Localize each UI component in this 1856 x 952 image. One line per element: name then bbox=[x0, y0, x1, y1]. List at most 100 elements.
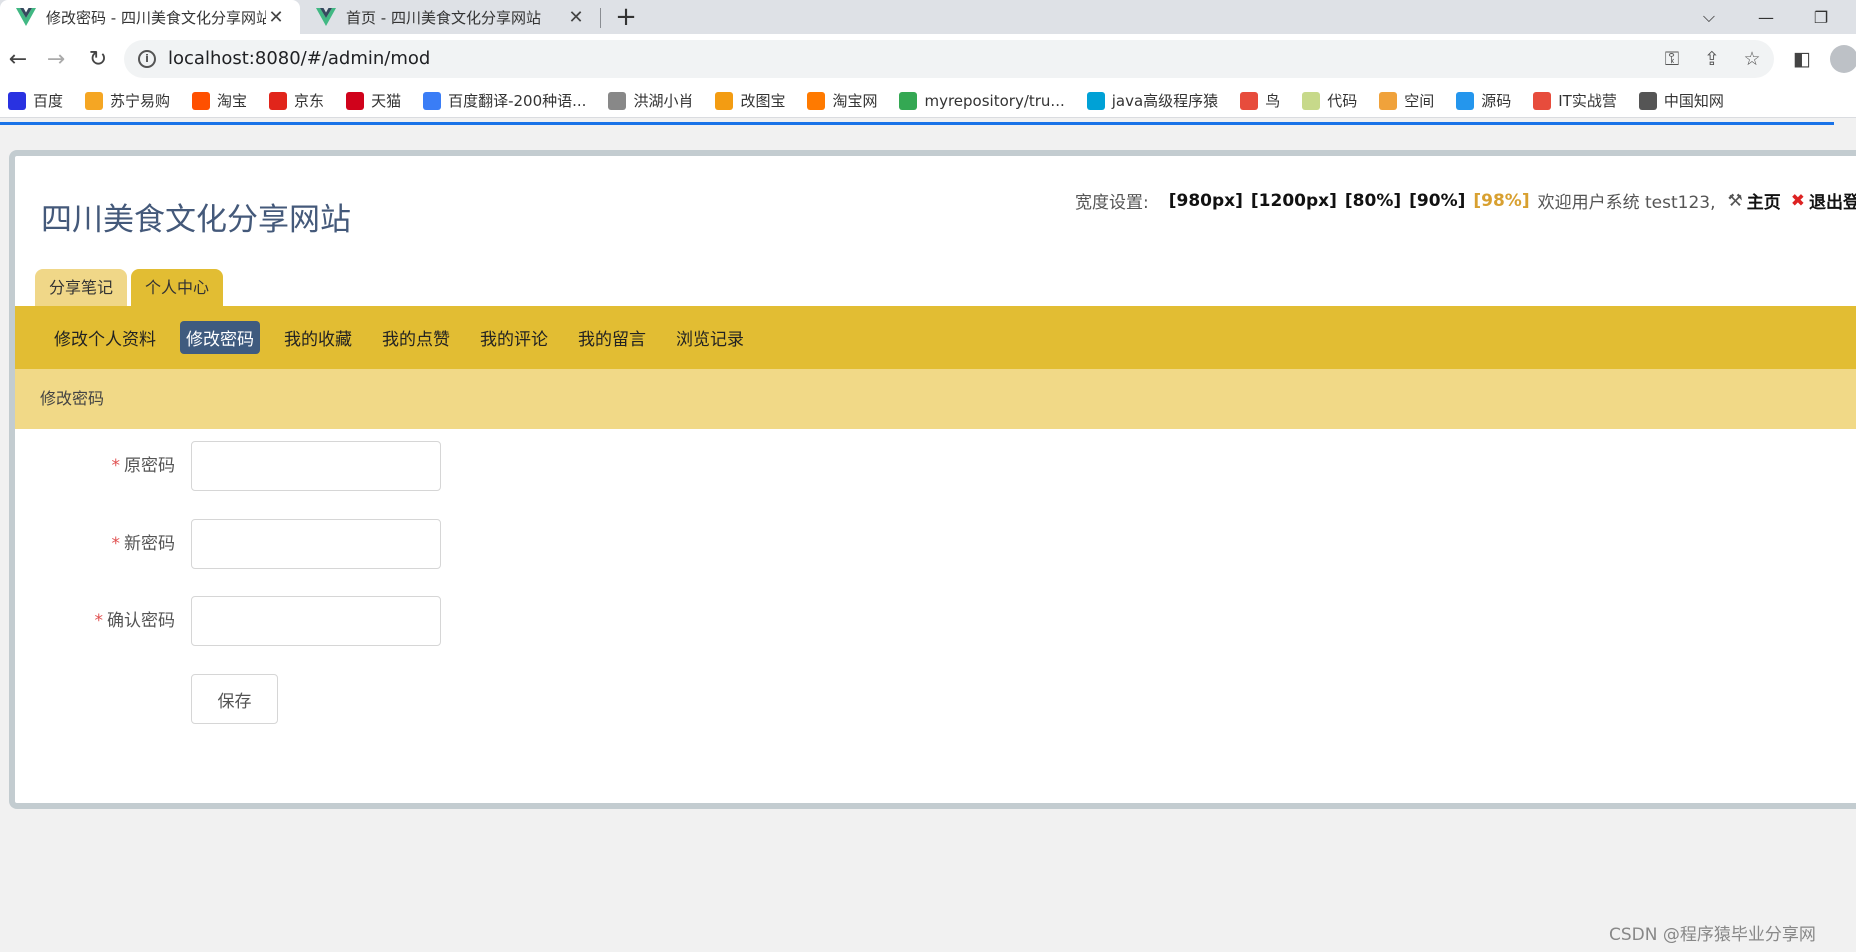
bookmarks-bar: 百度 苏宁易购 淘宝 京东 天猫 百度翻译-200种语... 洪湖小肖 改图宝 淘宝网 myrep… bbox=[0, 84, 1856, 118]
close-tab-icon[interactable]: ✕ bbox=[266, 7, 286, 28]
bookmark-item[interactable]: 改图宝 bbox=[715, 90, 785, 111]
form-row-old-password: * 原密码 bbox=[15, 441, 475, 491]
gaitubao-icon bbox=[715, 91, 734, 110]
vue-logo-icon bbox=[16, 8, 36, 26]
site-info-icon[interactable]: i bbox=[138, 50, 156, 68]
logout-x-icon: ✖ bbox=[1790, 190, 1806, 211]
docker-icon bbox=[1456, 91, 1475, 110]
form-row-actions: 保存 bbox=[15, 674, 475, 724]
width-option-980[interactable]: [980px] bbox=[1169, 191, 1243, 211]
home-link[interactable]: 主页 bbox=[1747, 188, 1781, 213]
browser-tab-title: 修改密码 - 四川美食文化分享网站 bbox=[46, 8, 266, 27]
subnav-my-likes[interactable]: 我的点赞 bbox=[376, 321, 456, 354]
cnki-icon bbox=[1638, 91, 1657, 110]
bookmark-label: 源码 bbox=[1481, 92, 1512, 110]
subnav-browse-history[interactable]: 浏览记录 bbox=[670, 321, 750, 354]
bookmark-item[interactable]: 空间 bbox=[1379, 90, 1434, 111]
qzone-icon bbox=[1379, 91, 1398, 110]
top-user-bar: 宽度设置: [980px] [1200px] [80%] [90%] [98%]… bbox=[1075, 188, 1856, 214]
width-option-80[interactable]: [80%] bbox=[1345, 191, 1401, 211]
welcome-text: 欢迎用户系统 test123, bbox=[1537, 193, 1716, 213]
bookmark-item[interactable]: 源码 bbox=[1456, 90, 1511, 111]
bookmark-item[interactable]: 百度 bbox=[8, 90, 63, 111]
width-setting-label: 宽度设置: bbox=[1075, 193, 1149, 213]
bookmark-item[interactable]: 天猫 bbox=[346, 90, 401, 111]
bookmark-item[interactable]: 百度翻译-200种语... bbox=[423, 90, 586, 111]
forward-icon[interactable]: → bbox=[38, 41, 74, 77]
width-option-90[interactable]: [90%] bbox=[1409, 191, 1465, 211]
new-tab-icon[interactable]: + bbox=[612, 3, 640, 31]
width-option-98[interactable]: [98%] bbox=[1473, 191, 1529, 211]
address-bar[interactable]: i localhost:8080/#/admin/mod ⚿ ⇪ ☆ bbox=[124, 40, 1774, 78]
share-icon[interactable]: ⇪ bbox=[1700, 47, 1724, 71]
logout-link[interactable]: 退出登录 bbox=[1809, 188, 1856, 213]
bookmark-label: 空间 bbox=[1404, 92, 1435, 110]
bookmark-label: 中国知网 bbox=[1663, 92, 1724, 110]
bookmark-item[interactable]: 中国知网 bbox=[1638, 90, 1724, 111]
new-password-input[interactable] bbox=[191, 519, 441, 569]
subnav-change-password[interactable]: 修改密码 bbox=[180, 321, 260, 354]
star-icon[interactable]: ☆ bbox=[1740, 47, 1764, 71]
bookmark-label: 百度 bbox=[33, 92, 64, 110]
key-icon[interactable]: ⚿ bbox=[1660, 47, 1684, 71]
browser-tab-active[interactable]: 修改密码 - 四川美食文化分享网站 ✕ bbox=[0, 0, 300, 34]
vue-logo-icon bbox=[316, 8, 336, 26]
restore-icon[interactable]: ❐ bbox=[1795, 0, 1847, 34]
tools-icon: ⚒ bbox=[1727, 190, 1743, 211]
bookmark-label: 改图宝 bbox=[740, 92, 786, 110]
bookmark-label: 百度翻译-200种语... bbox=[448, 92, 587, 110]
tab-personal-center[interactable]: 个人中心 bbox=[131, 269, 224, 306]
browser-tab[interactable]: 首页 - 四川美食文化分享网站 ✕ bbox=[300, 0, 600, 34]
tab-search-icon[interactable]: ⌵ bbox=[1683, 0, 1735, 34]
width-option-1200[interactable]: [1200px] bbox=[1251, 191, 1337, 211]
close-tab-icon[interactable]: ✕ bbox=[566, 7, 586, 28]
required-mark: * bbox=[111, 534, 121, 554]
watermark: CSDN @程序猿毕业分享网 bbox=[1609, 925, 1816, 945]
sidebar-icon[interactable]: ◧ bbox=[1790, 47, 1814, 71]
bookmark-item[interactable]: 代码 bbox=[1302, 90, 1357, 111]
browser-tab-title: 首页 - 四川美食文化分享网站 bbox=[346, 8, 541, 27]
subnav-my-favorites[interactable]: 我的收藏 bbox=[278, 321, 358, 354]
subnav-my-comments[interactable]: 我的评论 bbox=[474, 321, 554, 354]
bookmark-label: myrepository/tru... bbox=[924, 91, 1065, 110]
form-row-new-password: * 新密码 bbox=[15, 519, 475, 569]
bookmark-item[interactable]: IT实战营 bbox=[1533, 90, 1617, 111]
save-button[interactable]: 保存 bbox=[191, 674, 278, 724]
bookmark-label: 天猫 bbox=[371, 92, 402, 110]
baidu-translate-icon bbox=[423, 91, 442, 110]
bookmark-item[interactable]: 淘宝网 bbox=[807, 90, 877, 111]
bookmark-item[interactable]: myrepository/tru... bbox=[899, 91, 1065, 110]
bookmark-item[interactable]: 鸟 bbox=[1240, 90, 1280, 111]
confirm-password-input[interactable] bbox=[191, 596, 441, 646]
required-mark: * bbox=[111, 456, 121, 476]
old-password-label: * 原密码 bbox=[111, 456, 176, 476]
browser-tab-strip: 修改密码 - 四川美食文化分享网站 ✕ 首页 - 四川美食文化分享网站 ✕ + … bbox=[0, 0, 1856, 34]
sub-nav: 修改个人资料 修改密码 我的收藏 我的点赞 我的评论 我的留言 浏览记录 bbox=[15, 306, 1856, 369]
site-title: 四川美食文化分享网站 bbox=[41, 202, 351, 238]
old-password-input[interactable] bbox=[191, 441, 441, 491]
minimize-icon[interactable]: — bbox=[1740, 0, 1792, 34]
address-url[interactable]: localhost:8080/#/admin/mod bbox=[168, 48, 430, 69]
taobao-icon bbox=[192, 91, 211, 110]
profile-avatar[interactable] bbox=[1830, 45, 1856, 73]
bookmark-item[interactable]: java高级程序猿 bbox=[1086, 90, 1218, 111]
it-icon bbox=[1533, 91, 1552, 110]
bookmark-item[interactable]: 苏宁易购 bbox=[85, 90, 170, 111]
bookmark-label: 代码 bbox=[1327, 92, 1358, 110]
bookmark-label: 苏宁易购 bbox=[110, 92, 171, 110]
chrome-icon bbox=[899, 91, 918, 110]
tab-share-notes[interactable]: 分享笔记 bbox=[35, 269, 128, 306]
back-icon[interactable]: ← bbox=[0, 41, 36, 77]
bookmark-label: 洪湖小肖 bbox=[633, 92, 694, 110]
baidu-icon bbox=[8, 91, 26, 110]
tab-divider bbox=[600, 8, 601, 28]
bookmark-label: 淘宝 bbox=[217, 92, 248, 110]
reload-icon[interactable]: ↻ bbox=[80, 41, 116, 77]
subnav-edit-profile[interactable]: 修改个人资料 bbox=[48, 321, 162, 354]
bookmark-item[interactable]: 淘宝 bbox=[192, 90, 247, 111]
bookmark-item[interactable]: 洪湖小肖 bbox=[608, 90, 693, 111]
subnav-my-messages[interactable]: 我的留言 bbox=[572, 321, 652, 354]
bookmark-item[interactable]: 京东 bbox=[269, 90, 324, 111]
page-frame: 四川美食文化分享网站 宽度设置: [980px] [1200px] [80%] … bbox=[9, 150, 1856, 809]
bird-icon bbox=[608, 91, 627, 110]
